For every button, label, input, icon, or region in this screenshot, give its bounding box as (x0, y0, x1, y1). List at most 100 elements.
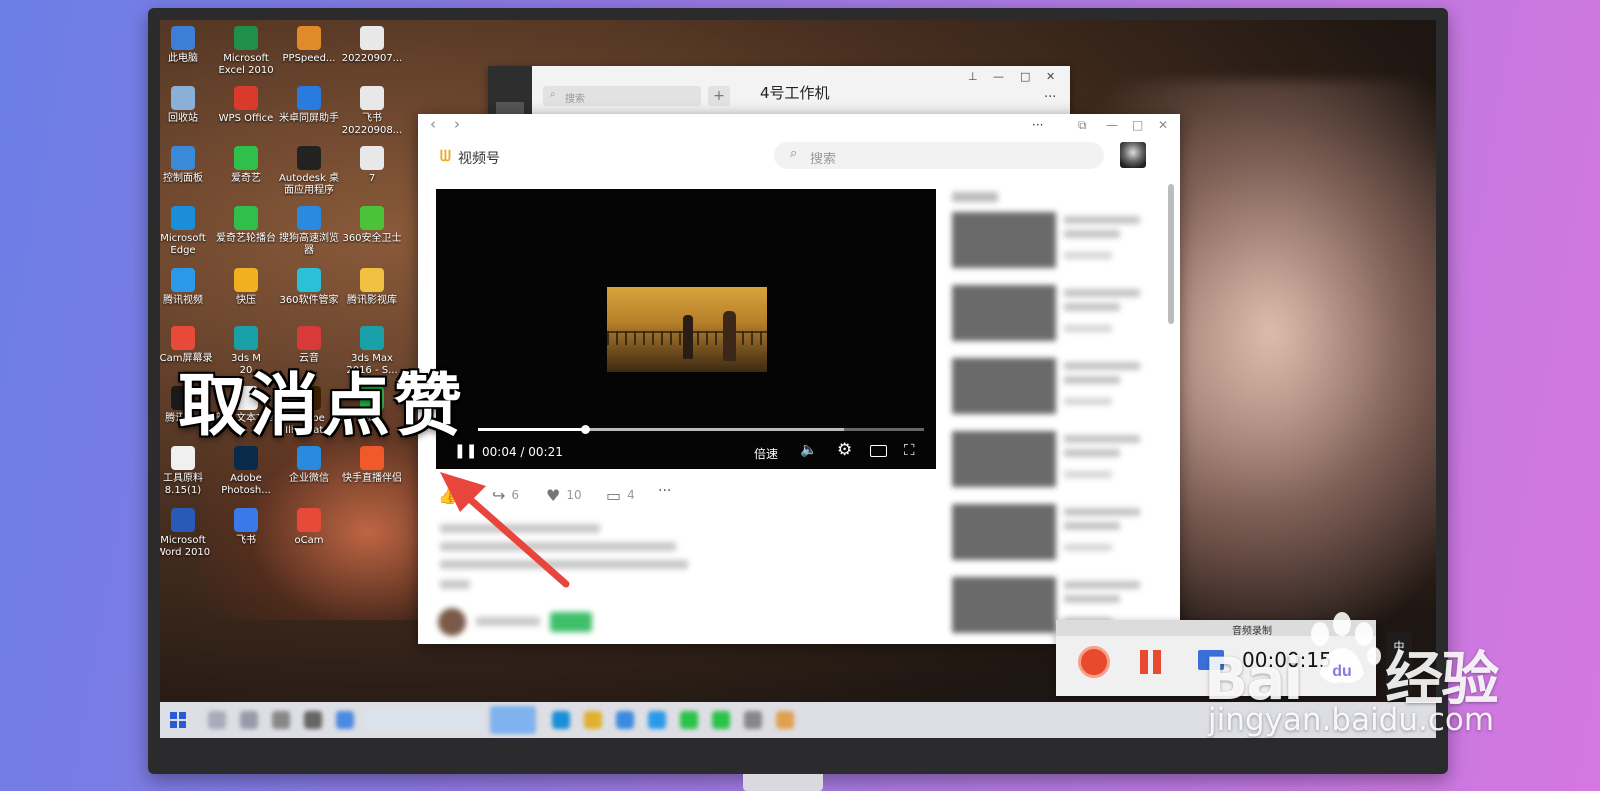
progress-handle[interactable] (581, 425, 591, 434)
comment-icon: ▭ (606, 486, 622, 505)
photoshop-icon (234, 446, 258, 470)
close-button[interactable]: ✕ (1158, 118, 1168, 132)
desktop-shortcut[interactable]: 飞书 20220908... (337, 86, 407, 137)
watermark-url: jingyan.baidu.com (1208, 702, 1495, 738)
channels-window[interactable]: ‹ › ··· ⧉ — □ ✕ ᗯ 视频号 ⌕ 搜索 ❚❚ 00:04 / 00… (418, 114, 1180, 644)
desktop-shortcut[interactable]: 米卓同屏助手 (274, 86, 344, 125)
desktop-shortcut[interactable]: 7 (337, 146, 407, 185)
desktop-shortcut[interactable]: 360安全卫士 (337, 206, 407, 245)
taskbar-app-icon[interactable] (712, 711, 730, 729)
desktop-shortcut[interactable]: Microsoft Excel 2010 (211, 26, 281, 77)
taskbar-app-icon[interactable] (272, 711, 290, 729)
search-input[interactable]: ⌕ 搜索 (774, 142, 1104, 169)
desktop-shortcut[interactable]: 回收站 (160, 86, 218, 125)
more-actions-button[interactable]: ··· (658, 483, 671, 499)
edge-icon[interactable] (552, 711, 570, 729)
list-item[interactable] (952, 504, 1152, 560)
restore-icon[interactable]: ⧉ (1078, 118, 1087, 133)
volume-icon[interactable]: 🔈 (800, 442, 817, 458)
wechat-icon[interactable] (680, 711, 698, 729)
like-button[interactable]: ♥ 10 (546, 486, 582, 505)
windows-start-icon[interactable] (170, 712, 186, 728)
desktop-shortcut[interactable]: Microsoft Edge (160, 206, 218, 257)
tencent-video-icon (171, 268, 195, 292)
desktop-shortcut[interactable]: 20220907... (337, 26, 407, 65)
chat-search-input[interactable]: ⌕ 搜索 (543, 86, 701, 106)
more-menu-button[interactable]: ··· (1032, 118, 1043, 132)
speed-button[interactable]: 倍速 (754, 445, 778, 462)
desktop-shortcut[interactable]: PPSpeed... (274, 26, 344, 65)
taskbar-app-icon[interactable] (648, 711, 666, 729)
desktop-shortcut[interactable]: 企业微信 (274, 446, 344, 485)
avatar[interactable] (1120, 142, 1146, 168)
minimize-button[interactable]: — (1106, 118, 1118, 132)
video-frame[interactable] (607, 287, 767, 372)
overlay-caption: 取消点赞 (178, 367, 467, 446)
share-icon: ↪ (492, 486, 506, 505)
taskbar-search-icon[interactable] (208, 711, 226, 729)
desktop-shortcut[interactable]: 飞书 (211, 508, 281, 547)
desktop-shortcut[interactable]: 腾讯影视库 (337, 268, 407, 307)
desktop-shortcut[interactable]: 工具原料 8.15(1) (160, 446, 218, 497)
close-button[interactable]: ✕ (1046, 70, 1055, 83)
desktop-shortcut[interactable]: 360软件管家 (274, 268, 344, 307)
picture-in-picture-icon[interactable] (870, 445, 887, 457)
desktop-shortcut[interactable]: Adobe Photosh... (211, 446, 281, 497)
taskbar-search-box[interactable] (364, 710, 484, 730)
desktop-shortcut[interactable]: 爱奇艺 (211, 146, 281, 185)
desktop-shortcut-label: 快压 (236, 295, 256, 306)
list-item[interactable] (952, 212, 1152, 268)
excel-icon (234, 26, 258, 50)
rec-title-line (1064, 303, 1120, 311)
taskbar-active-app[interactable] (490, 706, 536, 734)
taskbar-app-icon[interactable] (776, 711, 794, 729)
record-button[interactable] (1078, 646, 1110, 678)
comment-button[interactable]: ▭ 4 (606, 486, 635, 505)
desktop-shortcut[interactable]: WPS Office (211, 86, 281, 125)
desktop-shortcut-label: Microsoft Edge (160, 233, 206, 256)
desktop-shortcut[interactable]: 此电脑 (160, 26, 218, 65)
follow-button[interactable] (550, 612, 592, 632)
taskbar-app-icon[interactable] (336, 711, 354, 729)
desktop-shortcut-label: 企业微信 (289, 473, 329, 484)
pin-icon[interactable]: ⊥ (968, 70, 978, 83)
minimize-button[interactable]: — (993, 70, 1004, 83)
desktop-shortcut-label: 爱奇艺 (231, 173, 261, 184)
desktop-shortcut[interactable]: 控制面板 (160, 146, 218, 185)
maximize-button[interactable]: □ (1020, 70, 1030, 83)
chat-more-button[interactable]: ··· (1044, 90, 1056, 105)
gear-icon[interactable]: ⚙ (837, 440, 852, 460)
add-button[interactable]: + (708, 86, 730, 106)
list-item[interactable] (952, 285, 1152, 341)
author-name[interactable] (476, 617, 540, 626)
desktop-shortcut[interactable]: 爱奇艺轮播台 (211, 206, 281, 245)
folder-icon[interactable] (584, 711, 602, 729)
desktop-shortcut[interactable]: oCam (274, 508, 344, 547)
scrollbar[interactable] (1168, 184, 1174, 324)
list-item[interactable] (952, 358, 1152, 414)
author-avatar[interactable] (438, 608, 466, 636)
desktop-shortcut-label: WPS Office (218, 113, 274, 124)
search-icon: ⌕ (790, 146, 798, 161)
fullscreen-icon[interactable]: ⛶ (904, 441, 915, 459)
taskbar-app-icon[interactable] (304, 711, 322, 729)
desktop-shortcut[interactable]: Autodesk 桌 面应用程序 (274, 146, 344, 197)
maximize-button[interactable]: □ (1132, 118, 1143, 132)
pause-button[interactable] (1140, 650, 1162, 674)
thumbs-up-button[interactable]: 👍 (438, 486, 464, 505)
desktop-shortcut[interactable]: Microsoft Word 2010 (160, 508, 218, 559)
list-item[interactable] (952, 431, 1152, 487)
desktop-shortcut[interactable]: 快手直播伴侣 (337, 446, 407, 485)
forward-button[interactable]: › (454, 115, 460, 133)
share-button[interactable]: ↪ 6 (492, 486, 519, 505)
back-button[interactable]: ‹ (430, 115, 436, 133)
taskbar-taskview-icon[interactable] (240, 711, 258, 729)
desktop-shortcut[interactable]: 腾讯视频 (160, 268, 218, 307)
video-player[interactable]: ❚❚ 00:04 / 00:21 倍速 🔈 ⚙ ⛶ (436, 189, 936, 469)
desktop-shortcut[interactable]: 搜狗高速浏览 器 (274, 206, 344, 257)
like-count: 10 (566, 488, 582, 502)
taskbar-app-icon[interactable] (744, 711, 762, 729)
progress-bar[interactable] (478, 425, 924, 434)
desktop-shortcut[interactable]: 快压 (211, 268, 281, 307)
taskbar-app-icon[interactable] (616, 711, 634, 729)
